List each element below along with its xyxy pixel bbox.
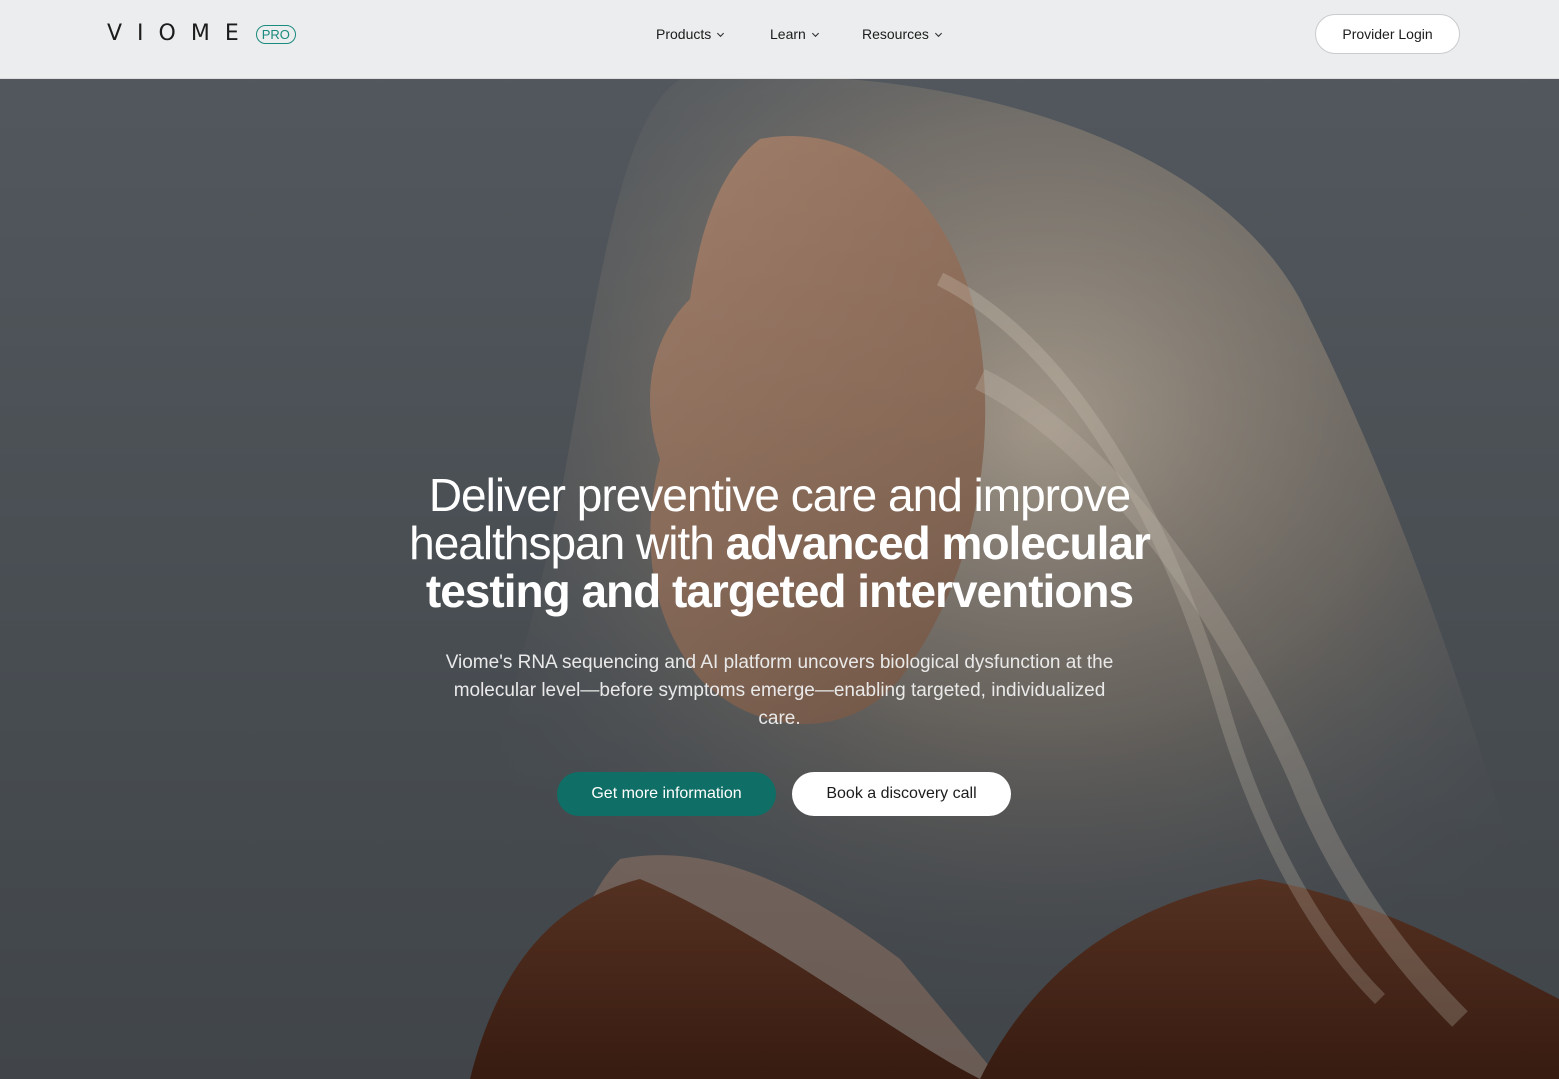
site-header: VIOME PRO Products Learn Resources Provi… — [0, 0, 1559, 79]
viome-pro-logo[interactable]: VIOME PRO — [107, 22, 296, 46]
hero-content: Deliver preventive care and improve heal… — [0, 471, 1559, 733]
cta-row: Get more information Book a discovery ca… — [557, 772, 1011, 816]
nav-item-label: Learn — [770, 26, 806, 42]
logo-wordmark: VIOME — [107, 21, 254, 46]
hero-subtitle: Viome's RNA sequencing and AI platform u… — [445, 652, 1114, 729]
chevron-down-icon — [934, 32, 942, 37]
nav-item-label: Resources — [862, 26, 929, 42]
nav-item-learn[interactable]: Learn — [770, 24, 820, 44]
chevron-down-icon — [811, 32, 819, 37]
pro-badge: PRO — [255, 24, 296, 44]
hero-headline: Deliver preventive care and improve heal… — [380, 471, 1180, 615]
nav-item-label: Products — [656, 26, 712, 42]
provider-login-button[interactable]: Provider Login — [1315, 14, 1460, 54]
book-discovery-call-button[interactable]: Book a discovery call — [792, 772, 1011, 816]
get-more-information-button[interactable]: Get more information — [557, 772, 776, 816]
chevron-down-icon — [717, 32, 725, 37]
nav-item-resources[interactable]: Resources — [862, 24, 943, 44]
hero-section: Deliver preventive care and improve heal… — [0, 79, 1559, 1079]
nav-item-products[interactable]: Products — [656, 24, 725, 44]
